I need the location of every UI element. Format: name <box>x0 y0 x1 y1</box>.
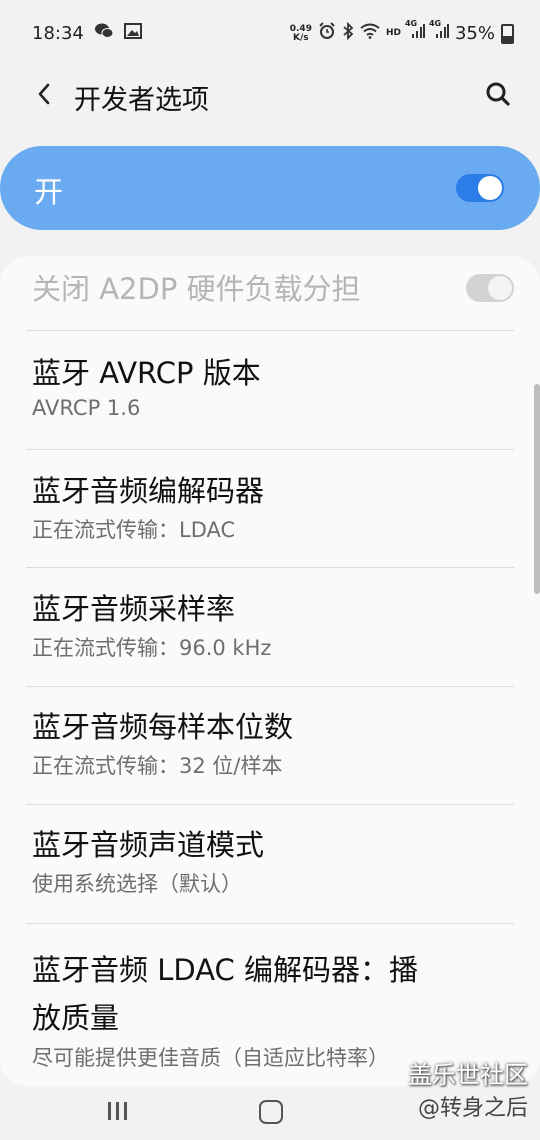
toggle-knob <box>478 176 502 200</box>
recent-apps-button[interactable] <box>108 1102 127 1120</box>
setting-label: 蓝牙音频采样率 <box>32 592 236 626</box>
search-icon <box>486 82 510 106</box>
home-button[interactable] <box>259 1100 283 1124</box>
watermark: 盖乐世社区 @转身之后 <box>408 1055 528 1122</box>
setting-audio-codec[interactable]: 蓝牙音频编解码器 正在流式传输：LDAC <box>32 470 514 544</box>
a2dp-offload-toggle[interactable] <box>466 274 514 302</box>
recent-apps-icon <box>108 1102 111 1120</box>
battery-percent: 35% <box>454 23 495 44</box>
setting-label-line2: 放质量 <box>32 1001 120 1035</box>
alarm-icon <box>318 22 336 45</box>
setting-channel-mode[interactable]: 蓝牙音频声道模式 使用系统选择（默认） <box>32 824 514 898</box>
net-speed: 0.49 K/s <box>289 23 312 43</box>
back-arrow-icon <box>38 83 50 105</box>
setting-value: 正在流式传输：32 位/样本 <box>32 754 283 778</box>
watermark-line2: @转身之后 <box>417 1096 528 1121</box>
setting-label: 蓝牙音频每样本位数 <box>32 710 294 744</box>
scrollbar[interactable] <box>534 384 540 594</box>
setting-value: 正在流式传输：96.0 kHz <box>32 636 272 660</box>
page-title: 开发者选项 <box>74 85 209 116</box>
navigation-bar: 盖乐世社区 @转身之后 <box>0 1061 540 1140</box>
setting-value: AVRCP 1.6 <box>32 396 141 420</box>
status-bar: 18:34 0.49 K/s HD 4G 4G 35% <box>0 0 540 68</box>
master-toggle[interactable] <box>456 174 504 202</box>
hd-indicator: HD <box>385 28 401 38</box>
settings-list: 关闭 A2DP 硬件负载分担 蓝牙 AVRCP 版本 AVRCP 1.6 蓝牙音… <box>0 256 540 1086</box>
setting-label: 蓝牙音频编解码器 <box>32 474 265 508</box>
master-switch-label: 开 <box>34 175 64 209</box>
setting-bits-per-sample[interactable]: 蓝牙音频每样本位数 正在流式传输：32 位/样本 <box>32 706 514 780</box>
signal-icon-1: 4G <box>405 19 425 44</box>
search-button[interactable] <box>482 78 514 110</box>
setting-label: 蓝牙 AVRCP 版本 <box>32 356 261 390</box>
setting-a2dp-offload[interactable]: 关闭 A2DP 硬件负载分担 <box>32 268 514 310</box>
setting-ldac-quality[interactable]: 蓝牙音频 LDAC 编解码器：播 放质量 尽可能提供更佳音质（自适应比特率） <box>32 944 514 1072</box>
divider <box>26 923 514 924</box>
signal-icon-2: 4G <box>429 19 449 44</box>
wifi-icon <box>360 23 380 44</box>
divider <box>26 567 514 568</box>
setting-label-line1: 蓝牙音频 LDAC 编解码器：播 <box>32 953 418 987</box>
status-time: 18:34 <box>32 23 84 44</box>
developer-options-master-switch[interactable]: 开 <box>0 146 540 230</box>
app-bar: 开发者选项 <box>0 68 540 120</box>
gallery-icon <box>123 23 142 44</box>
watermark-line1: 盖乐世社区 <box>408 1061 528 1089</box>
toggle-knob <box>488 276 512 300</box>
setting-value: 使用系统选择（默认） <box>32 872 242 896</box>
divider <box>26 330 514 331</box>
setting-label: 关闭 A2DP 硬件负载分担 <box>32 272 361 306</box>
divider <box>26 686 514 687</box>
wechat-icon <box>94 22 114 45</box>
bluetooth-icon <box>342 21 354 45</box>
divider <box>26 804 514 805</box>
setting-avrcp-version[interactable]: 蓝牙 AVRCP 版本 AVRCP 1.6 <box>32 352 514 420</box>
setting-value: 正在流式传输：LDAC <box>32 518 236 542</box>
battery-icon <box>501 23 514 44</box>
back-button[interactable] <box>30 76 58 112</box>
divider <box>26 449 514 450</box>
setting-sample-rate[interactable]: 蓝牙音频采样率 正在流式传输：96.0 kHz <box>32 588 514 662</box>
setting-label: 蓝牙音频声道模式 <box>32 828 265 862</box>
